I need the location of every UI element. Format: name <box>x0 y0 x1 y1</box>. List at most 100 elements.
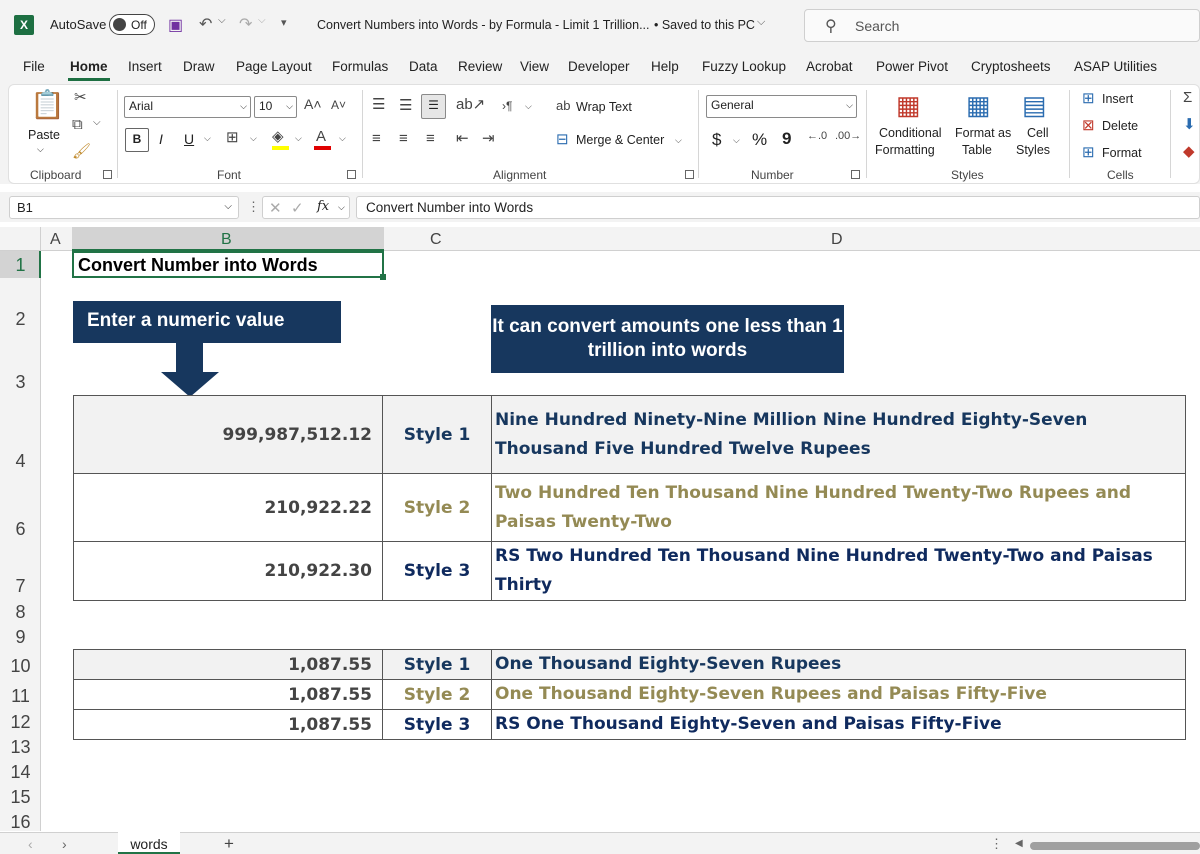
cell-styles-label2[interactable]: Styles <box>1016 143 1050 157</box>
format-cells-button[interactable]: Format <box>1102 146 1142 160</box>
words-cell[interactable]: RS One Thousand Eighty-Seven and Paisas … <box>491 709 1186 740</box>
style-cell[interactable]: Style 3 <box>382 541 492 601</box>
increase-font-icon[interactable]: A˄ <box>304 97 322 111</box>
menu-home[interactable]: Home <box>70 59 108 74</box>
undo-icon[interactable]: ↶ <box>199 14 212 34</box>
clear-icon[interactable]: ◆ <box>1183 144 1195 159</box>
decrease-font-icon[interactable]: A˅ <box>331 99 346 111</box>
add-sheet-button[interactable]: + <box>224 834 234 854</box>
row-header[interactable]: 9 <box>0 627 41 648</box>
number-cell[interactable]: 210,922.22 <box>73 473 383 542</box>
sheet-tab-words[interactable]: words <box>118 832 180 854</box>
row-header[interactable]: 8 <box>0 602 41 623</box>
clipboard-launcher-icon[interactable] <box>103 170 112 179</box>
number-cell[interactable]: 999,987,512.12 <box>73 395 383 474</box>
save-icon[interactable]: ▣ <box>168 15 183 35</box>
menu-formulas[interactable]: Formulas <box>332 59 388 74</box>
menu-page-layout[interactable]: Page Layout <box>236 59 312 74</box>
more-options-icon[interactable]: ⋮ <box>990 836 1003 852</box>
font-color-dropdown-icon[interactable]: ⌵ <box>339 134 346 143</box>
conditional-formatting-icon[interactable]: ▦ <box>896 92 921 118</box>
number-launcher-icon[interactable] <box>851 170 860 179</box>
style-cell[interactable]: Style 2 <box>382 473 492 542</box>
format-painter-icon[interactable]: 🖌 <box>72 144 91 159</box>
paste-icon[interactable]: 📋 <box>30 91 65 119</box>
delete-cells-icon[interactable]: ⊠ <box>1082 118 1095 133</box>
font-launcher-icon[interactable] <box>347 170 356 179</box>
style-cell[interactable]: Style 2 <box>382 679 492 710</box>
bold-button[interactable]: B <box>125 128 149 152</box>
menu-insert[interactable]: Insert <box>128 59 162 74</box>
scroll-left-icon[interactable]: ◀ <box>1015 838 1023 849</box>
merge-center-button[interactable]: Merge & Center <box>576 133 664 147</box>
align-left-icon[interactable]: ≡ <box>372 131 381 146</box>
menu-power-pivot[interactable]: Power Pivot <box>876 59 948 74</box>
chevron-down-icon[interactable]: ⌵ <box>338 202 345 213</box>
redo-icon[interactable]: ↷ <box>239 14 252 34</box>
menu-view[interactable]: View <box>520 59 549 74</box>
merge-center-icon[interactable]: ⊟ <box>556 132 569 147</box>
name-box[interactable]: B1 ⌵ <box>9 196 239 219</box>
more-options-icon[interactable]: ⋮ <box>247 199 260 215</box>
insert-cells-icon[interactable]: ⊞ <box>1082 91 1095 106</box>
percent-button[interactable]: % <box>752 130 767 150</box>
cut-icon[interactable]: ✂ <box>74 90 87 105</box>
column-header-d[interactable]: D <box>831 231 843 249</box>
decrease-indent-icon[interactable]: ⇤ <box>456 131 469 146</box>
currency-button[interactable]: $ <box>712 130 721 150</box>
row-header[interactable]: 1 <box>0 255 41 276</box>
chevron-down-icon[interactable]: ⌵ <box>675 136 682 145</box>
orientation-icon[interactable]: ab↗ <box>456 97 485 112</box>
alignment-launcher-icon[interactable] <box>685 170 694 179</box>
cell-styles-icon[interactable]: ▤ <box>1022 92 1047 118</box>
format-as-table-icon[interactable]: ▦ <box>966 92 991 118</box>
style-cell[interactable]: Style 1 <box>382 395 492 474</box>
fill-icon[interactable]: ⬇ <box>1183 117 1196 132</box>
menu-asap-utilities[interactable]: ASAP Utilities <box>1074 59 1157 74</box>
menu-data[interactable]: Data <box>409 59 438 74</box>
align-middle-icon[interactable]: ☰ <box>399 98 412 113</box>
paste-dropdown-icon[interactable]: ⌵ <box>37 144 44 155</box>
align-right-icon[interactable]: ≡ <box>426 131 435 146</box>
paste-button[interactable]: Paste <box>28 128 60 142</box>
menu-file[interactable]: File <box>23 59 45 74</box>
select-all-corner[interactable] <box>0 227 41 251</box>
comma-style-button[interactable]: 9 <box>782 129 791 149</box>
column-header-c[interactable]: C <box>430 231 442 249</box>
fill-handle[interactable] <box>380 274 386 280</box>
row-header[interactable]: 15 <box>0 787 41 808</box>
number-cell[interactable]: 210,922.30 <box>73 541 383 601</box>
increase-indent-icon[interactable]: ⇥ <box>482 131 495 146</box>
row-header[interactable]: 11 <box>0 686 41 707</box>
undo-dropdown-icon[interactable]: ⌵ <box>218 15 226 26</box>
row-header[interactable]: 12 <box>0 712 41 733</box>
format-as-table-label1[interactable]: Format as <box>955 126 1011 140</box>
selected-cell-b1[interactable]: Convert Number into Words <box>72 251 386 280</box>
redo-dropdown-icon[interactable]: ⌵ <box>258 15 266 26</box>
insert-function-button[interactable]: fx <box>317 199 329 214</box>
insert-cells-button[interactable]: Insert <box>1102 92 1133 106</box>
row-header[interactable]: 13 <box>0 737 41 758</box>
chevron-down-icon[interactable]: ⌵ <box>757 16 765 29</box>
underline-dropdown-icon[interactable]: ⌵ <box>204 134 211 143</box>
menu-draw[interactable]: Draw <box>183 59 215 74</box>
number-cell[interactable]: 1,087.55 <box>73 709 383 740</box>
words-cell[interactable]: RS Two Hundred Ten Thousand Nine Hundred… <box>491 541 1186 601</box>
align-bottom-icon[interactable]: ☰ <box>421 94 446 119</box>
wrap-text-icon[interactable]: ab <box>556 99 570 112</box>
delete-cells-button[interactable]: Delete <box>1102 119 1138 133</box>
fill-dropdown-icon[interactable]: ⌵ <box>295 134 302 143</box>
tab-scroll-left-icon[interactable]: ‹ <box>28 836 33 852</box>
number-cell[interactable]: 1,087.55 <box>73 649 383 680</box>
format-as-table-label2[interactable]: Table <box>962 143 992 157</box>
italic-button[interactable]: I <box>159 131 163 147</box>
borders-dropdown-icon[interactable]: ⌵ <box>250 134 257 143</box>
borders-icon[interactable]: ⊞ <box>226 130 239 145</box>
search-box[interactable]: ⚲ Search <box>804 9 1200 42</box>
menu-acrobat[interactable]: Acrobat <box>806 59 853 74</box>
chevron-down-icon[interactable]: ⌵ <box>525 102 532 111</box>
words-cell[interactable]: Nine Hundred Ninety-Nine Million Nine Hu… <box>491 395 1186 474</box>
style-cell[interactable]: Style 1 <box>382 649 492 680</box>
menu-help[interactable]: Help <box>651 59 679 74</box>
words-cell[interactable]: Two Hundred Ten Thousand Nine Hundred Tw… <box>491 473 1186 542</box>
